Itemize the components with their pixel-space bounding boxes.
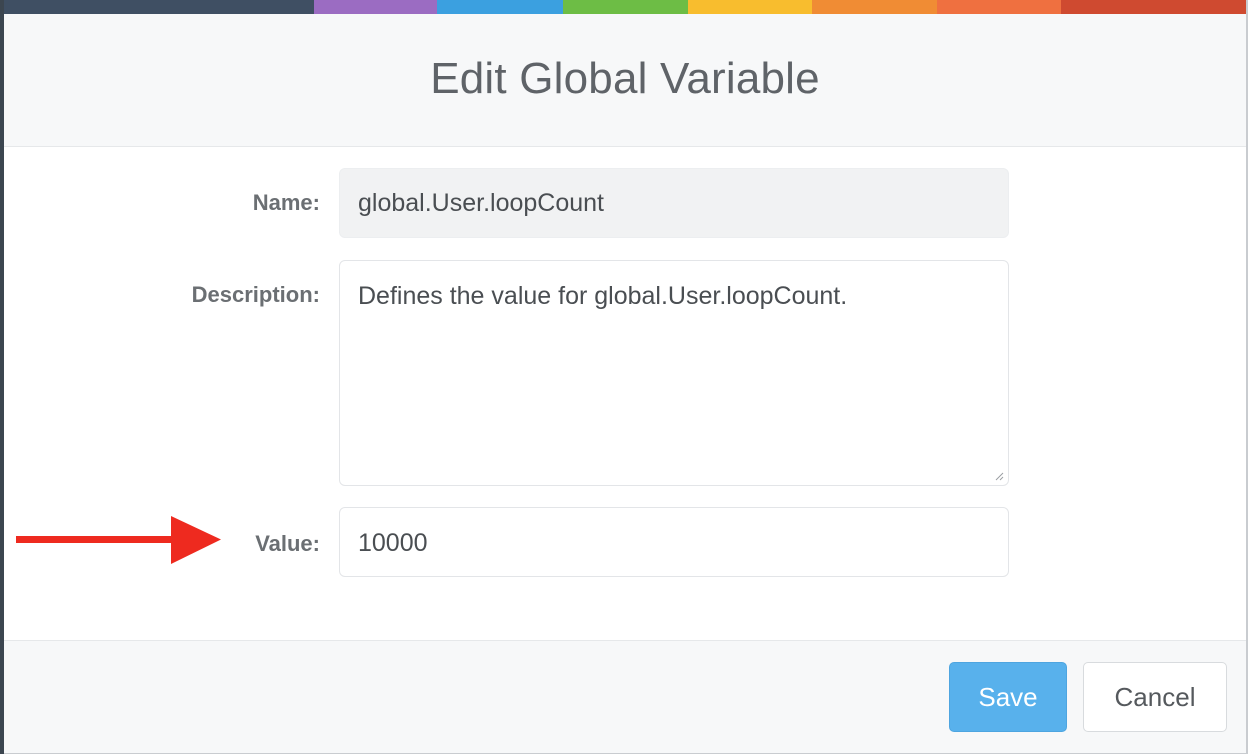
name-field: global.User.loopCount (339, 168, 1009, 238)
edit-global-variable-dialog: Edit Global Variable Name: global.User.l… (4, 0, 1248, 754)
color-bar-segment (314, 0, 437, 14)
name-row: Name: global.User.loopCount (4, 168, 1246, 238)
color-bar-segment (1061, 0, 1246, 14)
color-bar-segment (563, 0, 688, 14)
description-label: Description: (191, 282, 320, 307)
color-bar-segment (4, 0, 314, 14)
red-arrow-icon (16, 516, 221, 564)
color-bar-segment (688, 0, 812, 14)
dialog-header: Edit Global Variable (4, 14, 1246, 147)
resize-grip-icon[interactable] (994, 471, 1004, 481)
save-button[interactable]: Save (949, 662, 1067, 732)
page: Edit Global Variable Name: global.User.l… (0, 0, 1248, 754)
name-label: Name: (252, 190, 320, 215)
dialog-title: Edit Global Variable (430, 54, 820, 103)
description-text: Defines the value for global.User.loopCo… (358, 282, 848, 310)
cancel-button[interactable]: Cancel (1083, 662, 1227, 732)
description-textarea[interactable]: Defines the value for global.User.loopCo… (339, 260, 1009, 486)
brand-color-bar (4, 0, 1246, 14)
value-input[interactable]: 10000 (339, 507, 1009, 577)
color-bar-segment (812, 0, 937, 14)
color-bar-segment (437, 0, 563, 14)
dialog-footer: Save Cancel (4, 640, 1246, 753)
value-label: Value: (255, 531, 320, 556)
color-bar-segment (937, 0, 1061, 14)
description-row: Description: Defines the value for globa… (4, 260, 1246, 486)
